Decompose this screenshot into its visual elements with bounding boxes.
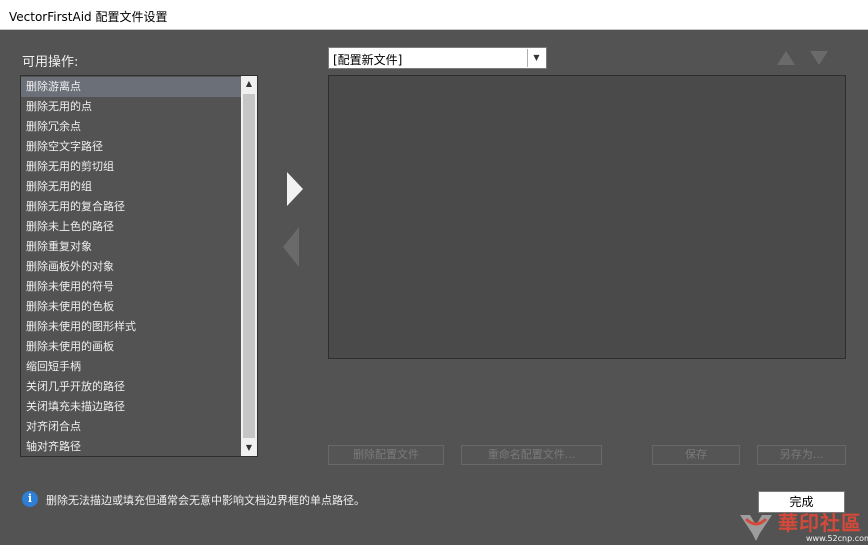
profile-actions-panel[interactable] [328, 75, 846, 359]
info-icon: i [22, 491, 38, 507]
list-item[interactable]: 对齐闭合点 [21, 417, 241, 437]
list-item[interactable]: 删除空文字路径 [21, 137, 241, 157]
save-button[interactable]: 保存 [652, 445, 740, 465]
rename-profile-button[interactable]: 重命名配置文件... [461, 445, 602, 465]
window-title: VectorFirstAid 配置文件设置 [9, 10, 168, 24]
list-item[interactable]: 删除无用的复合路径 [21, 197, 241, 217]
list-item[interactable]: 缩回短手柄 [21, 357, 241, 377]
title-bar: VectorFirstAid 配置文件设置 [0, 0, 868, 30]
watermark: 華印社區 www.52cnp.com [734, 505, 868, 545]
list-scrollbar[interactable]: ▲ ▼ [241, 76, 257, 456]
info-description: 删除无法描边或填充但通常会无意中影响文档边界框的单点路径。 [46, 494, 365, 507]
scroll-thumb[interactable] [243, 94, 255, 438]
list-item[interactable]: 删除未上色的路径 [21, 217, 241, 237]
delete-profile-button[interactable]: 删除配置文件 [328, 445, 444, 465]
list-item[interactable]: 删除冗余点 [21, 117, 241, 137]
list-item[interactable]: 删除游离点 [21, 77, 241, 97]
available-ops-label: 可用操作: [22, 55, 79, 70]
list-item[interactable]: 删除未使用的色板 [21, 297, 241, 317]
watermark-logo-icon [740, 515, 772, 541]
move-up-icon[interactable] [777, 51, 795, 68]
list-item[interactable]: 删除未使用的画板 [21, 337, 241, 357]
list-item[interactable]: 删除无用的组 [21, 177, 241, 197]
list-item[interactable]: 轴对齐路径 [21, 437, 241, 456]
list-item[interactable]: 关闭填充未描边路径 [21, 397, 241, 417]
save-as-button[interactable]: 另存为... [757, 445, 846, 465]
available-ops-list[interactable]: 删除游离点 删除无用的点 删除冗余点 删除空文字路径 删除无用的剪切组 删除无用的组 删除无… [20, 75, 258, 457]
list-item[interactable]: 删除重复对象 [21, 237, 241, 257]
list-item[interactable]: 删除无用的点 [21, 97, 241, 117]
list-item[interactable]: 删除无用的剪切组 [21, 157, 241, 177]
watermark-url: www.52cnp.com [806, 534, 868, 543]
scroll-down-icon[interactable]: ▼ [241, 440, 257, 456]
watermark-text: 華印社區 [778, 511, 862, 535]
list-item[interactable]: 删除未使用的图形样式 [21, 317, 241, 337]
move-right-arrow-icon[interactable] [287, 172, 303, 209]
profile-select[interactable]: [配置新文件] ▼ [328, 47, 547, 69]
ops-list-items: 删除游离点 删除无用的点 删除冗余点 删除空文字路径 删除无用的剪切组 删除无用的组 删除无… [21, 77, 241, 456]
scroll-up-icon[interactable]: ▲ [241, 76, 257, 92]
list-item[interactable]: 关闭几乎开放的路径 [21, 377, 241, 397]
move-left-arrow-icon[interactable] [283, 227, 299, 270]
list-item[interactable]: 删除未使用的符号 [21, 277, 241, 297]
list-item[interactable]: 删除画板外的对象 [21, 257, 241, 277]
profile-select-value: [配置新文件] [333, 53, 403, 67]
move-down-icon[interactable] [810, 51, 828, 68]
dropdown-arrow-icon[interactable]: ▼ [527, 49, 545, 67]
